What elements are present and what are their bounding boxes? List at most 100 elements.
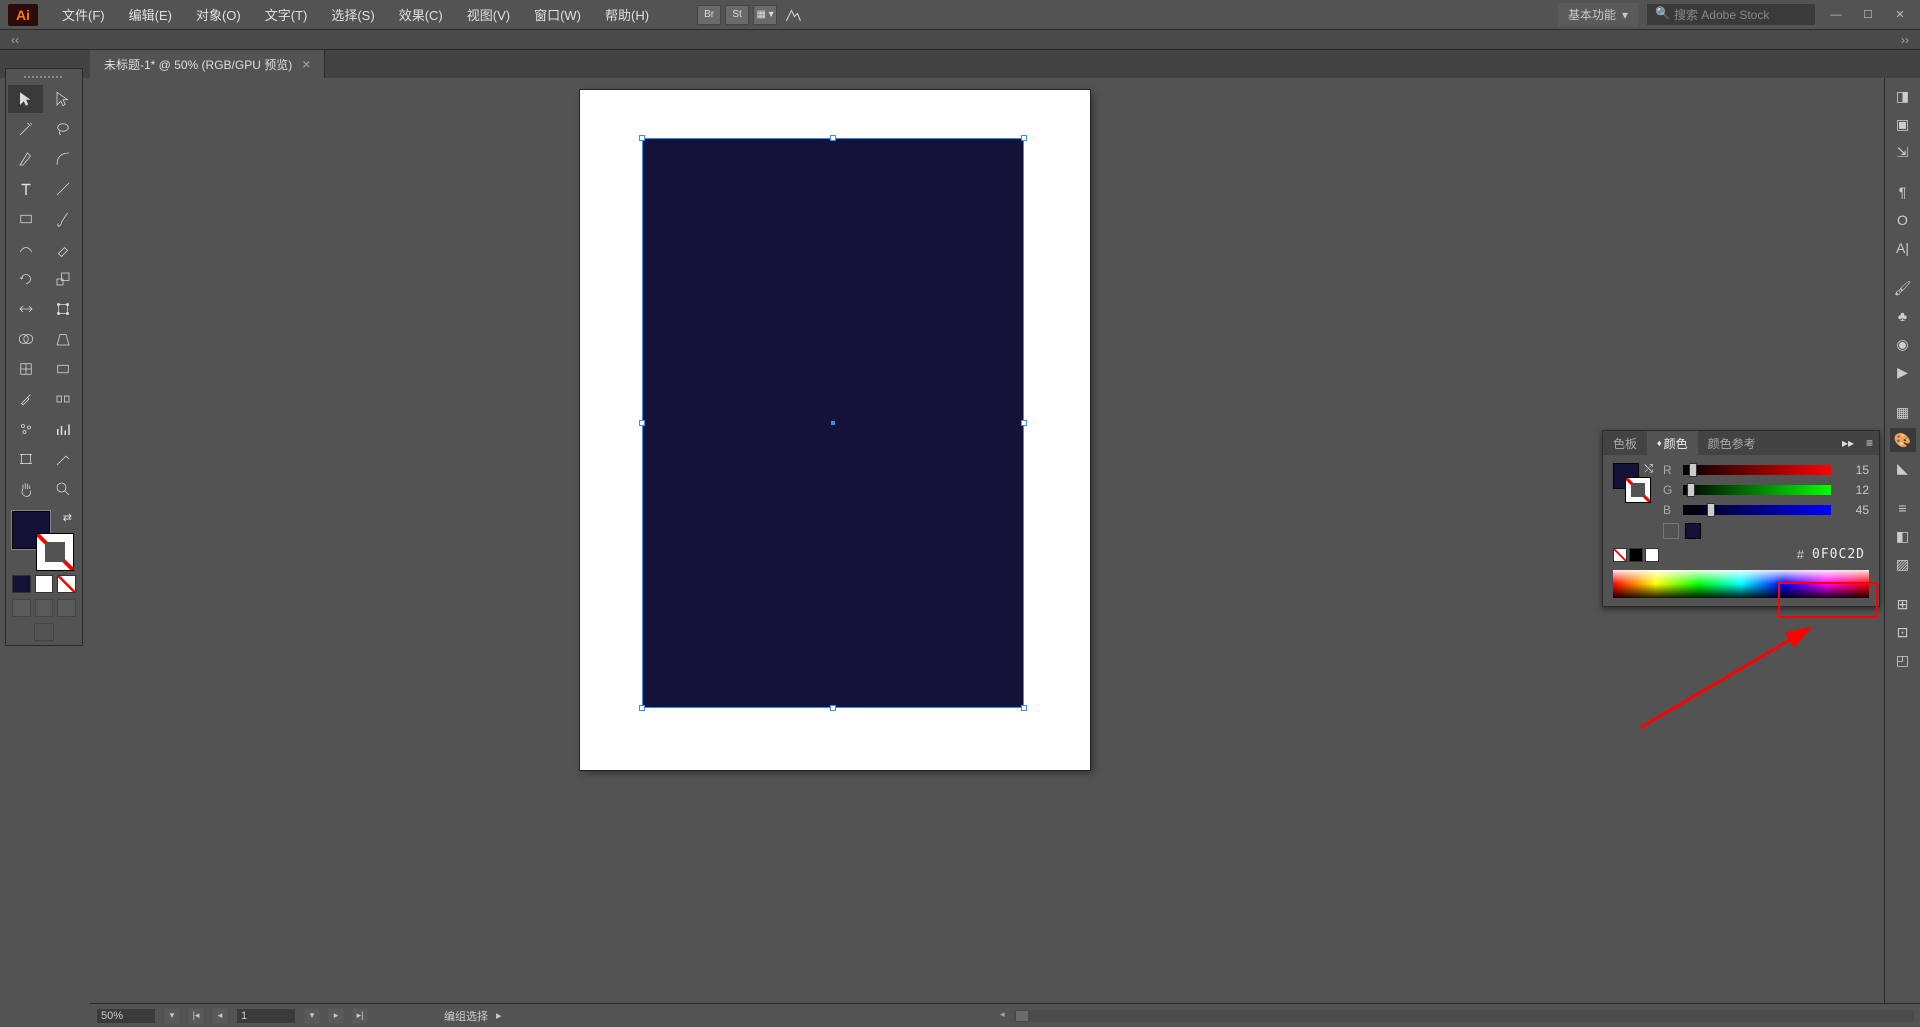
tab-color-guide[interactable]: 颜色参考	[1698, 431, 1766, 456]
close-tab-icon[interactable]: ×	[302, 56, 310, 72]
rotate-tool[interactable]	[8, 265, 43, 293]
line-segment-tool[interactable]	[45, 175, 80, 203]
menu-file[interactable]: 文件(F)	[52, 1, 115, 28]
curvature-tool[interactable]	[45, 145, 80, 173]
stroke-swatch[interactable]	[36, 533, 74, 571]
swatches-panel-icon[interactable]: ▦	[1890, 400, 1916, 424]
menu-edit[interactable]: 编辑(E)	[119, 1, 182, 28]
hex-value[interactable]: 0F0C2D	[1812, 547, 1865, 562]
type-tool[interactable]	[8, 175, 43, 203]
white-swatch[interactable]	[1645, 548, 1659, 562]
first-artboard-button[interactable]: |◂	[188, 1008, 204, 1024]
tab-swatches[interactable]: 色板	[1603, 431, 1647, 456]
brushes-panel-icon[interactable]: 🖌	[1890, 276, 1916, 300]
current-color-swatch[interactable]	[1685, 523, 1701, 539]
magic-wand-tool[interactable]	[8, 115, 43, 143]
graphic-styles-icon[interactable]: ▶	[1890, 360, 1916, 384]
menu-help[interactable]: 帮助(H)	[595, 1, 659, 28]
b-slider[interactable]	[1683, 505, 1831, 515]
paintbrush-tool[interactable]	[45, 205, 80, 233]
selection-handle[interactable]	[639, 420, 645, 426]
layers-panel-icon[interactable]: ◨	[1890, 84, 1916, 108]
pathfinder-panel-icon[interactable]: ◰	[1890, 648, 1916, 672]
menu-type[interactable]: 文字(T)	[255, 1, 318, 28]
window-maximize[interactable]: ☐	[1856, 6, 1880, 24]
transparency-panel-icon[interactable]: ▨	[1890, 552, 1916, 576]
selection-info-arrow[interactable]: ▸	[496, 1009, 502, 1022]
slice-tool[interactable]	[45, 445, 80, 473]
panel-handle[interactable]	[8, 73, 80, 81]
menu-object[interactable]: 对象(O)	[186, 1, 251, 28]
selection-handle[interactable]	[639, 705, 645, 711]
stock-icon[interactable]: St	[725, 5, 749, 25]
appearance-panel-icon[interactable]: ◉	[1890, 332, 1916, 356]
next-artboard-button[interactable]: ▸	[328, 1008, 344, 1024]
draw-behind-button[interactable]	[35, 599, 54, 617]
selection-handle[interactable]	[830, 135, 836, 141]
collapse-right-icon[interactable]: ››	[1890, 30, 1920, 49]
selection-handle[interactable]	[830, 705, 836, 711]
stroke-panel-icon[interactable]: ≡	[1890, 496, 1916, 520]
gradient-panel-icon[interactable]: ◧	[1890, 524, 1916, 548]
opentype-panel-icon[interactable]: O	[1890, 208, 1916, 232]
blend-tool[interactable]	[45, 385, 80, 413]
eyedropper-tool[interactable]	[8, 385, 43, 413]
menu-window[interactable]: 窗口(W)	[524, 1, 591, 28]
shaper-tool[interactable]	[8, 235, 43, 263]
document-tab[interactable]: 未标题-1* @ 50% (RGB/GPU 预览) ×	[90, 50, 325, 78]
color-spectrum[interactable]	[1613, 570, 1869, 598]
selection-handle[interactable]	[639, 135, 645, 141]
lasso-tool[interactable]	[45, 115, 80, 143]
scale-tool[interactable]	[45, 265, 80, 293]
draw-normal-button[interactable]	[12, 599, 31, 617]
character-panel-icon[interactable]: A|	[1890, 236, 1916, 260]
tab-color[interactable]: ♦颜色	[1647, 431, 1698, 456]
expand-panel-icon[interactable]: ▸▸	[1836, 436, 1860, 450]
bridge-icon[interactable]: Br	[697, 5, 721, 25]
last-artboard-button[interactable]: ▸|	[352, 1008, 368, 1024]
selection-handle[interactable]	[1021, 420, 1027, 426]
menu-select[interactable]: 选择(S)	[321, 1, 384, 28]
black-swatch[interactable]	[1629, 548, 1643, 562]
align-panel-icon[interactable]: ⊞	[1890, 592, 1916, 616]
symbols-panel-icon[interactable]: ♣	[1890, 304, 1916, 328]
selection-handle[interactable]	[1021, 705, 1027, 711]
none-mode-button[interactable]	[57, 575, 76, 593]
swap-fill-stroke-icon[interactable]: ⇄	[63, 511, 72, 524]
g-slider[interactable]	[1683, 485, 1831, 495]
transform-panel-icon[interactable]: ⊡	[1890, 620, 1916, 644]
b-value[interactable]: 45	[1839, 503, 1869, 517]
hand-tool[interactable]	[8, 475, 43, 503]
artboard-tool[interactable]	[8, 445, 43, 473]
scrollbar-thumb[interactable]	[1016, 1011, 1028, 1021]
selection-handle[interactable]	[1021, 135, 1027, 141]
width-tool[interactable]	[8, 295, 43, 323]
panel-fill-stroke[interactable]: ⤭	[1613, 463, 1653, 519]
swap-icon[interactable]: ⤭	[1644, 463, 1653, 476]
zoom-tool[interactable]	[45, 475, 80, 503]
shape-builder-tool[interactable]	[8, 325, 43, 353]
window-minimize[interactable]: —	[1824, 6, 1848, 24]
panel-stroke-swatch[interactable]	[1625, 477, 1651, 503]
gradient-tool[interactable]	[45, 355, 80, 383]
free-transform-tool[interactable]	[45, 295, 80, 323]
menu-view[interactable]: 视图(V)	[457, 1, 520, 28]
panel-menu-icon[interactable]: ≡	[1860, 436, 1879, 450]
color-guide-icon[interactable]: ◣	[1890, 456, 1916, 480]
gradient-mode-button[interactable]	[35, 575, 54, 593]
gpu-icon[interactable]	[781, 5, 805, 25]
stock-search-input[interactable]: 🔍 搜索 Adobe Stock	[1646, 3, 1816, 26]
horizontal-scrollbar[interactable]: ◂	[1014, 1010, 1914, 1022]
zoom-input[interactable]	[96, 1008, 156, 1024]
eraser-tool[interactable]	[45, 235, 80, 263]
direct-selection-tool[interactable]	[45, 85, 80, 113]
zoom-dropdown[interactable]: ▾	[164, 1008, 180, 1024]
prev-artboard-button[interactable]: ◂	[212, 1008, 228, 1024]
artboard-number-input[interactable]	[236, 1008, 296, 1024]
pen-tool[interactable]	[8, 145, 43, 173]
screen-mode-button[interactable]	[34, 623, 54, 641]
selection-tool[interactable]	[8, 85, 43, 113]
window-close[interactable]: ✕	[1888, 6, 1912, 24]
workspace-switcher[interactable]: 基本功能 ▾	[1558, 3, 1638, 26]
color-panel-icon[interactable]: 🎨	[1890, 428, 1916, 452]
